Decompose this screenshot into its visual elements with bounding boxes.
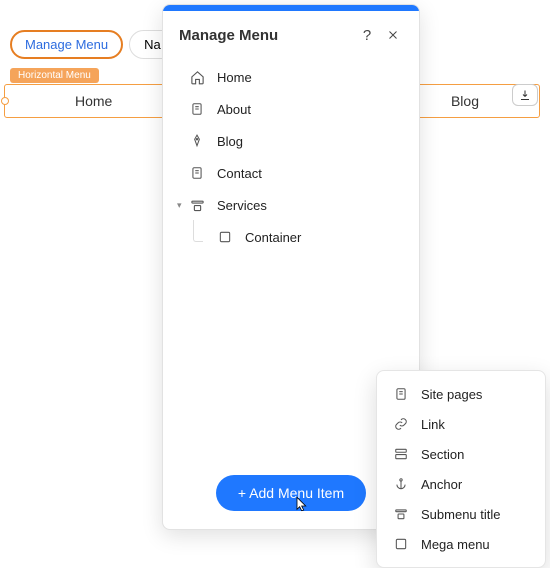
close-icon	[387, 29, 399, 41]
square-icon	[217, 229, 233, 245]
flyout-label: Section	[421, 447, 464, 462]
link-icon	[393, 416, 409, 432]
flyout-label: Site pages	[421, 387, 482, 402]
menu-item-label: Blog	[217, 134, 243, 149]
flyout-option-link[interactable]: Link	[383, 409, 539, 439]
square-icon	[393, 536, 409, 552]
flyout-label: Mega menu	[421, 537, 490, 552]
flyout-option-site-pages[interactable]: Site pages	[383, 379, 539, 409]
tree-connector	[193, 220, 203, 242]
add-item-flyout: Site pages Link Section Anchor Submenu t…	[376, 370, 546, 568]
menu-item-row[interactable]: About	[177, 93, 405, 125]
menu-item-label: Home	[217, 70, 252, 85]
flyout-option-mega-menu[interactable]: Mega menu	[383, 529, 539, 559]
panel-title: Manage Menu	[179, 27, 351, 44]
download-icon	[519, 89, 531, 101]
close-button[interactable]	[383, 25, 403, 45]
panel-header: Manage Menu ?	[163, 11, 419, 53]
flyout-label: Anchor	[421, 477, 462, 492]
menu-item-row[interactable]: ▾ Services	[177, 189, 405, 221]
menu-item-row[interactable]: Contact	[177, 157, 405, 189]
section-icon	[393, 446, 409, 462]
add-menu-item-button[interactable]: + Add Menu Item	[216, 475, 366, 511]
mouse-cursor-icon	[293, 495, 309, 513]
submenu-icon	[189, 197, 205, 213]
anchor-icon	[393, 476, 409, 492]
menu-item-row[interactable]: Home	[177, 61, 405, 93]
horizontal-menu-tag: Horizontal Menu	[10, 68, 99, 83]
menu-item-label: Contact	[217, 166, 262, 181]
flyout-label: Link	[421, 417, 445, 432]
help-icon: ?	[363, 27, 371, 44]
home-icon	[189, 69, 205, 85]
menu-item-blog[interactable]: Blog	[451, 93, 479, 109]
menu-item-row[interactable]: Blog	[177, 125, 405, 157]
flyout-option-section[interactable]: Section	[383, 439, 539, 469]
page-icon	[393, 386, 409, 402]
resize-handle[interactable]	[1, 97, 9, 105]
menu-item-label: Container	[245, 230, 301, 245]
menu-item-row[interactable]: Container	[177, 221, 405, 253]
flyout-option-submenu[interactable]: Submenu title	[383, 499, 539, 529]
help-button[interactable]: ?	[357, 25, 377, 45]
page-icon	[189, 101, 205, 117]
menu-item-home[interactable]: Home	[75, 93, 112, 109]
flyout-option-anchor[interactable]: Anchor	[383, 469, 539, 499]
page-icon	[189, 165, 205, 181]
submenu-icon	[393, 506, 409, 522]
chevron-down-icon[interactable]: ▾	[177, 200, 182, 211]
menu-item-label: Services	[217, 198, 267, 213]
manage-menu-pill[interactable]: Manage Menu	[10, 30, 123, 59]
pen-icon	[189, 133, 205, 149]
menu-item-label: About	[217, 102, 251, 117]
download-button[interactable]	[512, 84, 538, 106]
flyout-label: Submenu title	[421, 507, 501, 522]
